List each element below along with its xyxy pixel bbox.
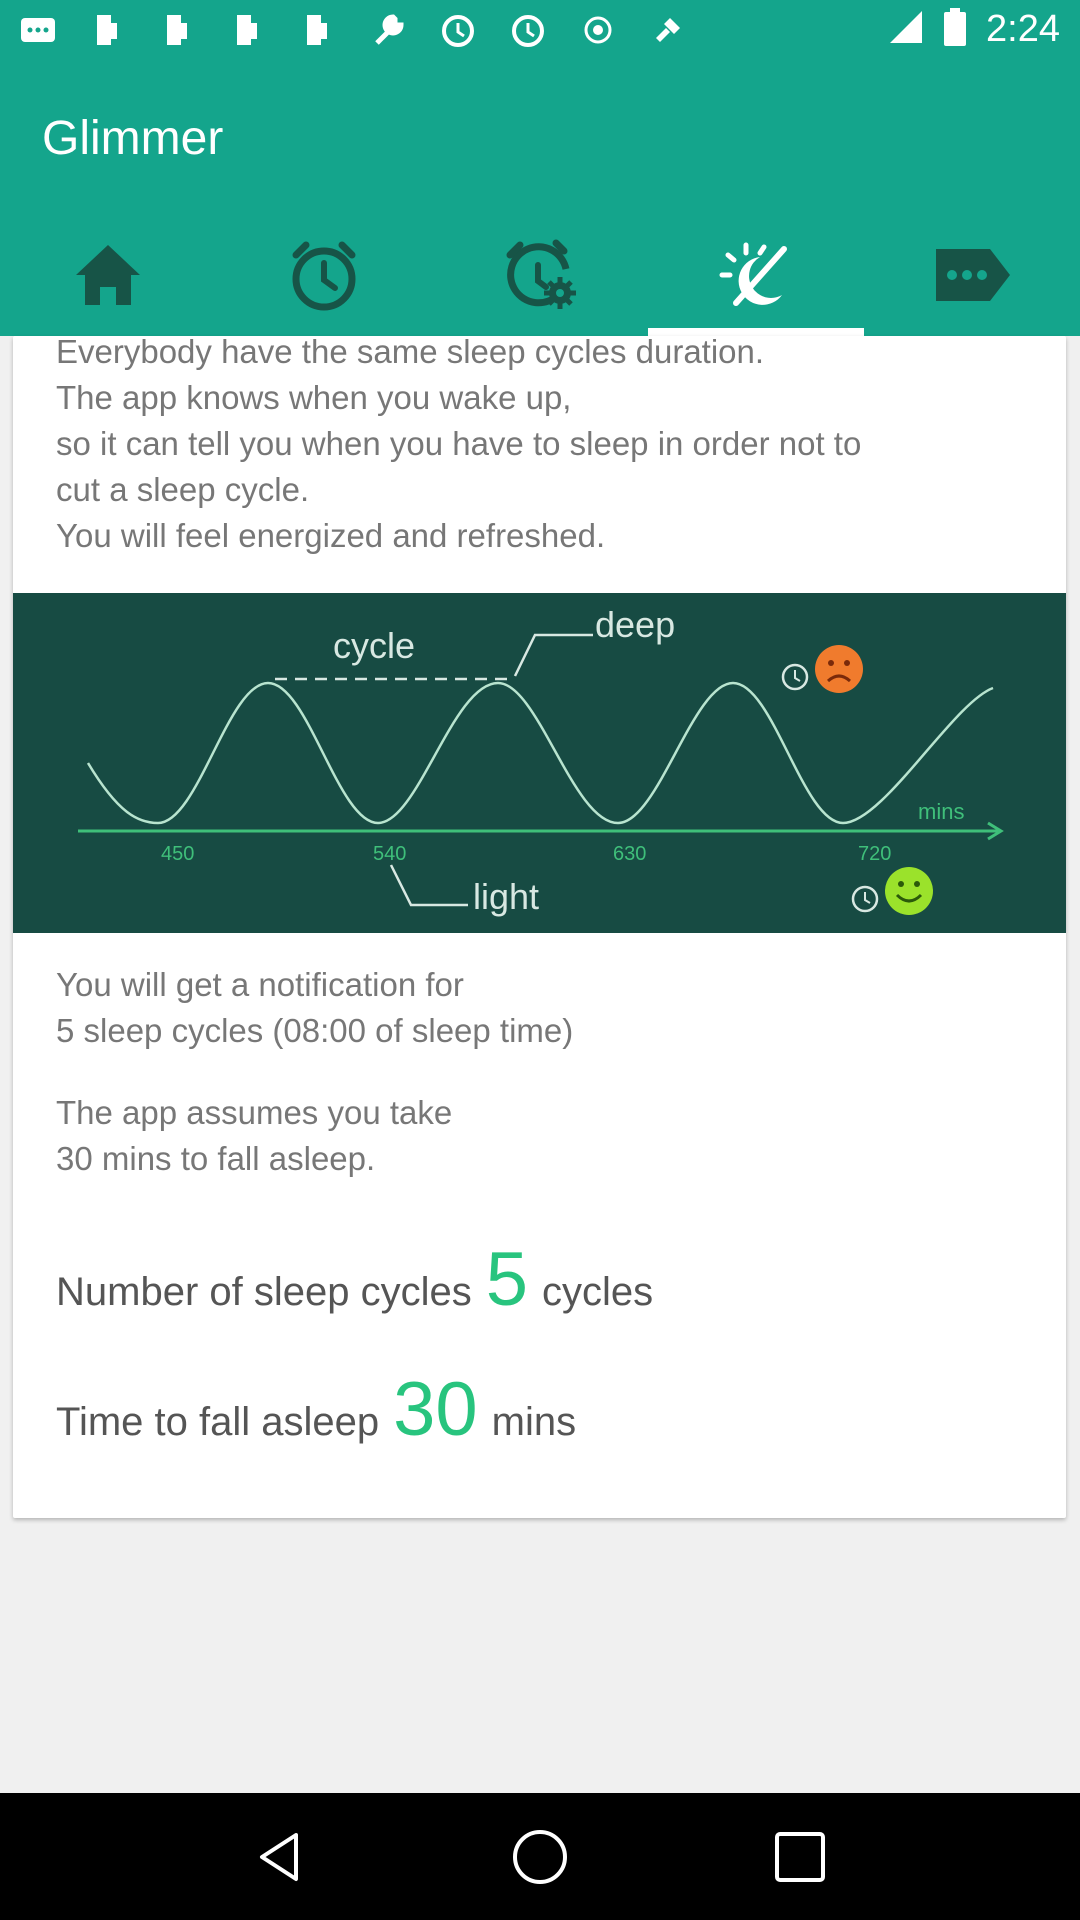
more-icon	[936, 248, 1010, 301]
tab-sleep[interactable]	[648, 213, 864, 336]
notification-text: You will get a notification for 5 sleep …	[56, 966, 574, 1049]
app-title: Glimmer	[42, 112, 224, 165]
recents-icon	[775, 1831, 825, 1882]
home-circle-icon	[513, 1829, 567, 1884]
tab-more[interactable]	[864, 213, 1080, 336]
signal-icon	[888, 9, 924, 50]
battery-icon	[944, 8, 967, 51]
fall-asleep-unit: mins	[491, 1400, 577, 1444]
fuel-icon	[228, 10, 268, 50]
sleep-cycles-value[interactable]: 5	[486, 1236, 528, 1323]
clock-time: 2:24	[986, 8, 1060, 50]
sleep-moon-icon	[719, 242, 787, 306]
gps-icon	[578, 10, 618, 50]
wrench-icon	[368, 10, 408, 50]
back-icon	[260, 1832, 298, 1881]
sleep-cycles-unit: cycles	[542, 1270, 654, 1314]
sleep-wave-diagram: 450 540 630 720 mins cycle deep light	[78, 604, 1004, 917]
sleep-cycles-label: Number of sleep cycles	[56, 1270, 472, 1314]
assumption-text: The app assumes you take 30 mins to fall…	[56, 1094, 453, 1177]
fall-asleep-label: Time to fall asleep	[56, 1400, 380, 1444]
tick-540: 540	[373, 843, 406, 865]
app-bar: Glimmer	[0, 63, 1080, 336]
home-button[interactable]	[500, 1817, 580, 1897]
fuel-icon	[298, 10, 338, 50]
tab-bar	[0, 213, 1080, 336]
tab-alarm[interactable]	[216, 213, 432, 336]
system-nav-bar	[0, 1793, 1080, 1920]
happy-wake-icon	[851, 867, 933, 915]
tab-alarm-settings[interactable]	[432, 213, 648, 336]
fake-gps-icon	[648, 10, 688, 50]
alarm-clock-icon	[292, 241, 356, 310]
tick-450: 450	[161, 843, 194, 865]
fall-asleep-value[interactable]: 30	[393, 1366, 478, 1453]
status-bar: 2:24	[0, 0, 1080, 63]
mins-label: mins	[918, 799, 964, 824]
sleep-wave	[86, 681, 994, 825]
back-button[interactable]	[240, 1817, 320, 1897]
tick-630: 630	[613, 843, 646, 865]
alarm-icon	[438, 10, 478, 50]
fuel-icon	[88, 10, 128, 50]
fuel-icon	[158, 10, 198, 50]
sleep-cycles-setting[interactable]: Number of sleep cycles 5 cycles	[56, 1236, 653, 1323]
tab-home[interactable]	[0, 213, 216, 336]
recents-button[interactable]	[760, 1817, 840, 1897]
notification-icons	[18, 10, 688, 50]
light-label: light	[473, 876, 539, 917]
intro-text: Everybody have the same sleep cycles dur…	[56, 336, 862, 554]
alarm-settings-icon	[506, 239, 576, 309]
tick-720: 720	[858, 843, 891, 865]
cycle-label: cycle	[333, 625, 415, 666]
deep-label: deep	[595, 604, 675, 645]
sleep-info-card: Everybody have the same sleep cycles dur…	[13, 336, 1066, 1518]
message-icon	[18, 10, 58, 50]
fall-asleep-setting[interactable]: Time to fall asleep 30 mins	[56, 1366, 576, 1453]
sleep-cycle-graph: 450 540 630 720 mins cycle deep light	[13, 593, 1066, 933]
alarm-icon	[508, 10, 548, 50]
home-icon	[76, 244, 140, 305]
sad-wake-icon	[781, 645, 863, 693]
